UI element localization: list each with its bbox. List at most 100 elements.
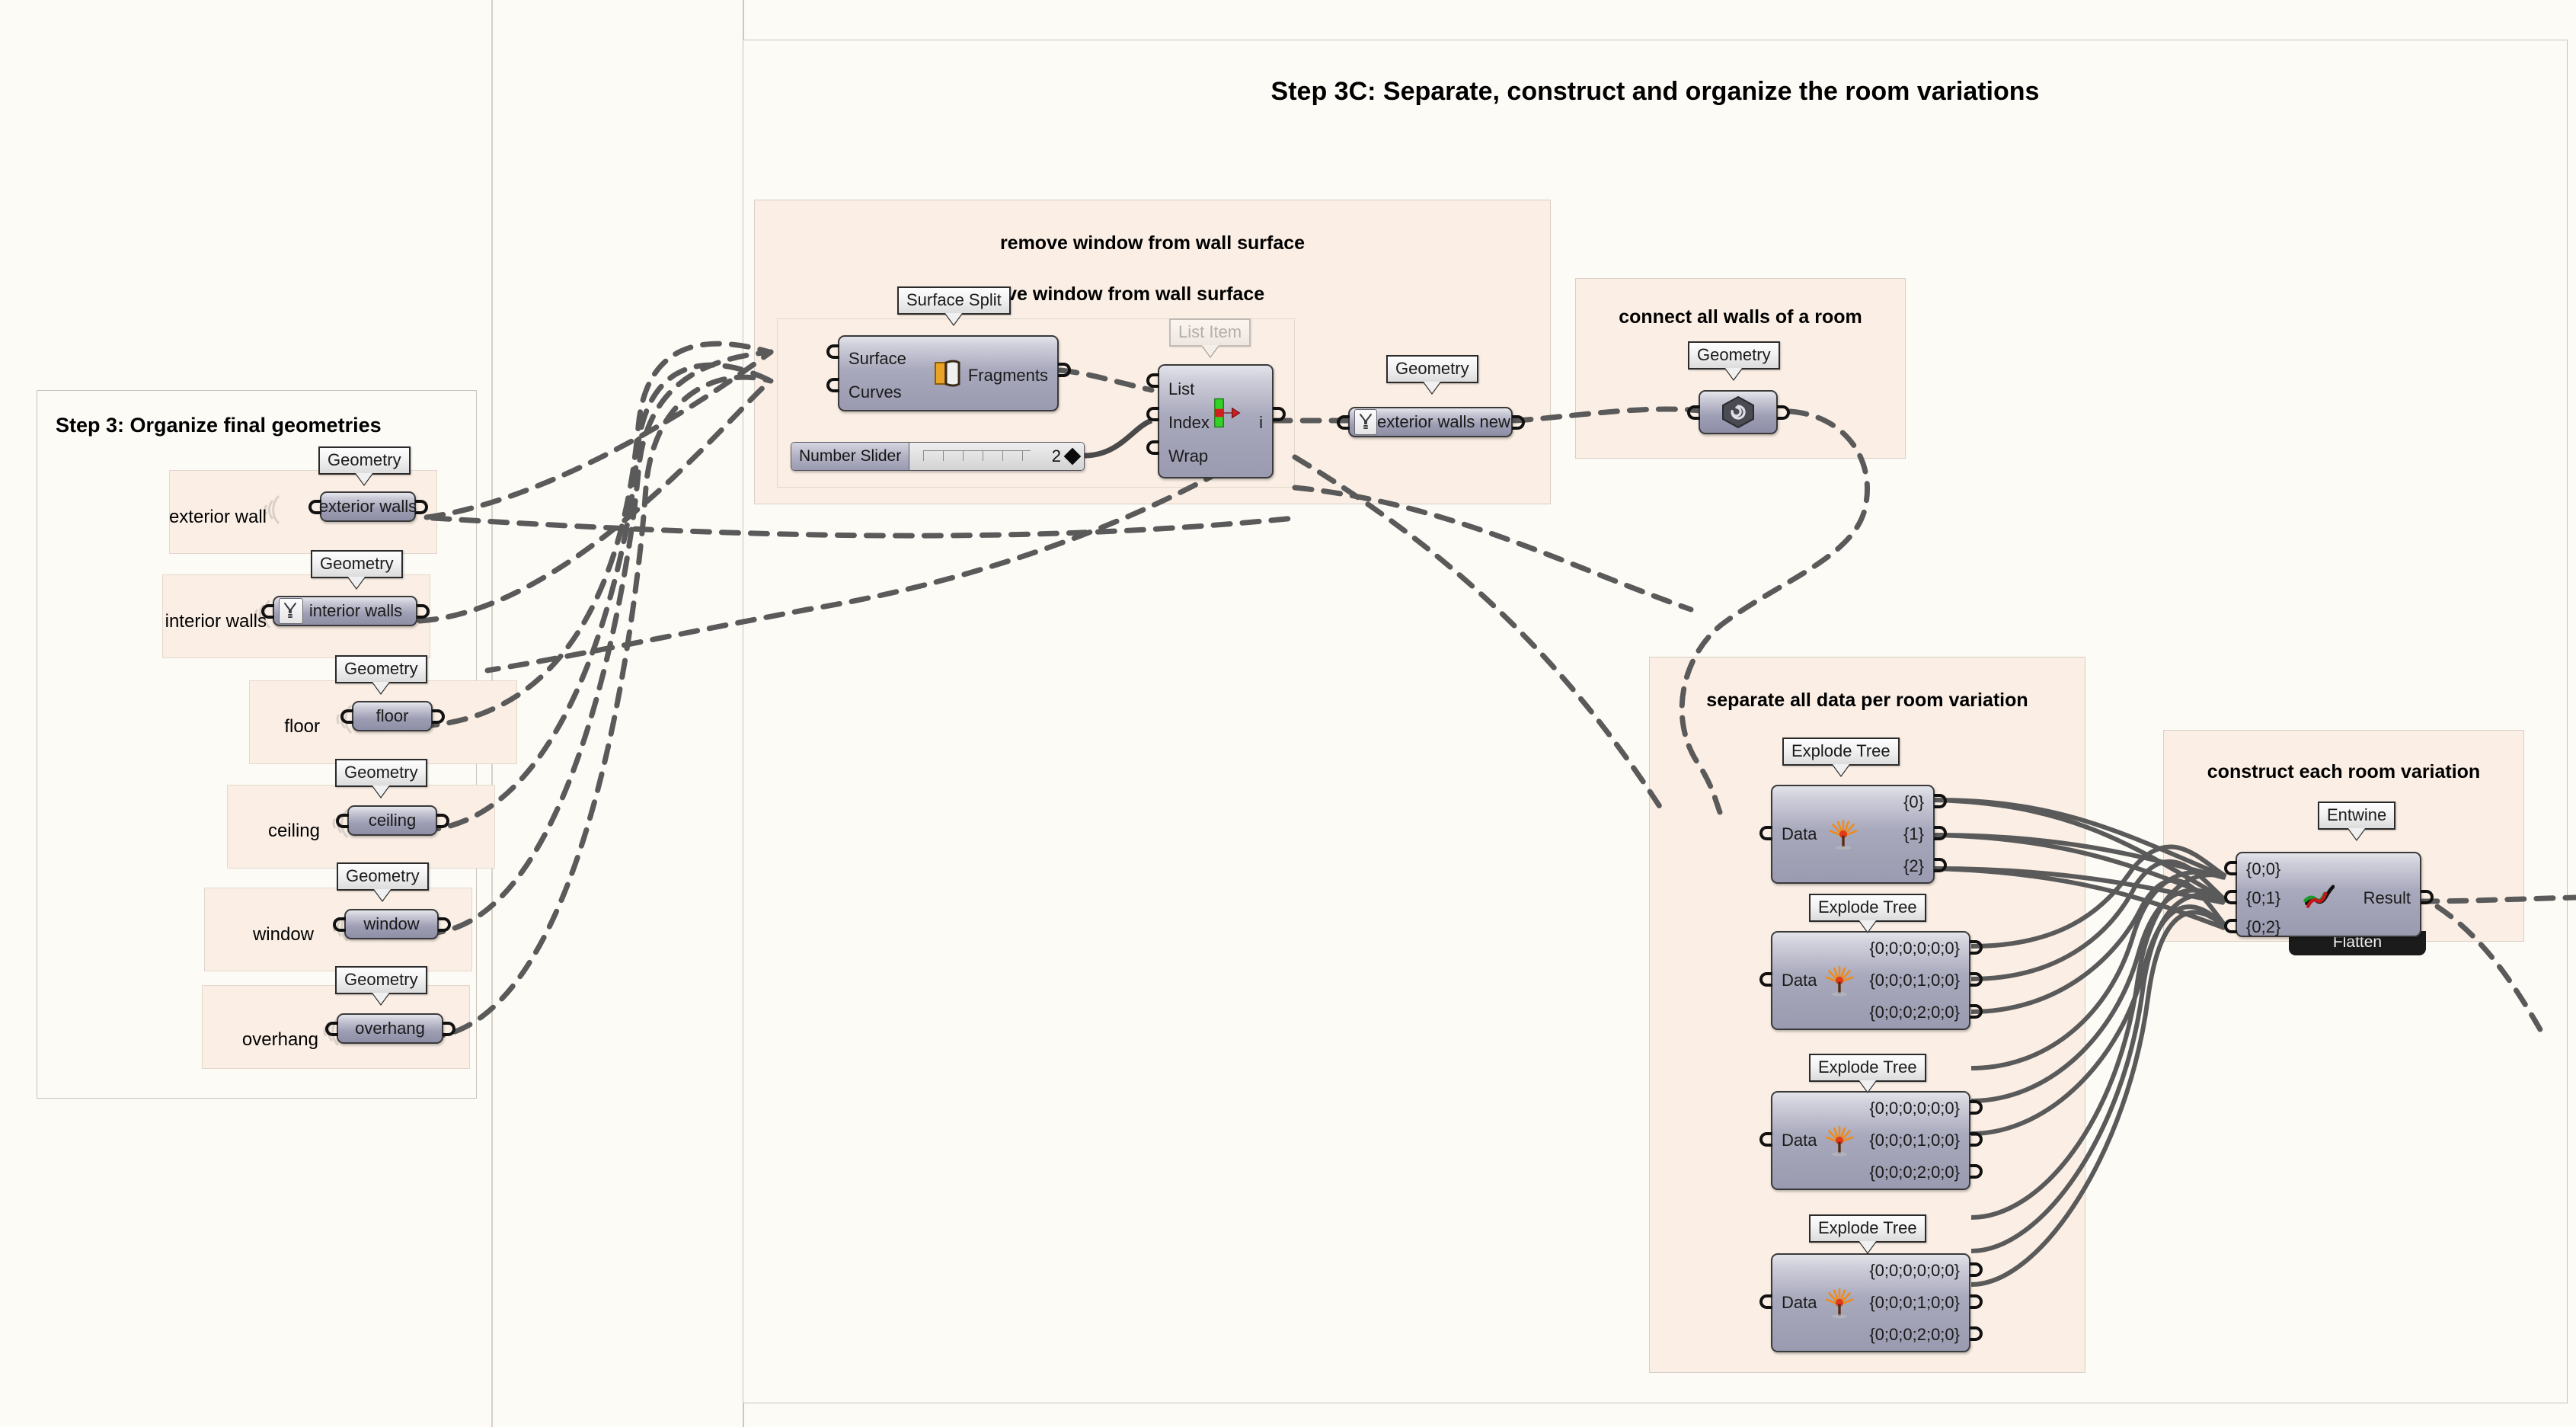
port-list-item-list[interactable]	[1146, 373, 1159, 388]
port-entwine-in-1[interactable]	[2224, 890, 2237, 904]
port-in-interior-walls[interactable]	[261, 604, 274, 619]
explode-tree-2-output-2: {0;0;0;2;0;0}	[1869, 1003, 1960, 1022]
explode-tree-2-output-0: {0;0;0;0;0;0}	[1869, 939, 1960, 958]
spiral-icon	[1722, 395, 1754, 429]
param-overhang[interactable]: overhang	[337, 1013, 443, 1044]
param-floor-label: floor	[376, 706, 409, 725]
port-entwine-in-0[interactable]	[2224, 861, 2237, 875]
group-construct-room-title: construct each room variation	[2207, 761, 2481, 782]
param-window[interactable]: window	[344, 909, 439, 939]
balloon-explode-tree-1: Explode Tree	[1782, 737, 1900, 766]
side-label-ceiling: ceiling	[267, 821, 320, 841]
y-glyph-icon	[279, 598, 303, 624]
group-step-3c-title: Step 3C: Separate, construct and organiz…	[1270, 77, 2040, 106]
param-floor[interactable]: floor	[352, 701, 433, 731]
group-step-3-title: Step 3: Organize final geometries	[56, 414, 382, 437]
explode-tree-1-output-1: {1}	[1903, 824, 1924, 843]
component-list-item[interactable]: List Index Wrap i	[1158, 364, 1274, 478]
component-surface-split[interactable]: Surface Curves Fragments	[838, 335, 1059, 411]
entwine-input-1: {0;1}	[2246, 888, 2281, 907]
param-exterior-walls-new-label: exterior walls new	[1377, 412, 1510, 431]
explode-tree-4-input-data: Data	[1782, 1293, 1817, 1312]
number-slider[interactable]: Number Slider 2	[791, 442, 1085, 471]
entwine-icon	[2303, 885, 2335, 908]
group-connect-walls-title: connect all walls of a room	[1619, 306, 1862, 328]
surface-split-icon	[935, 360, 960, 387]
port-list-item-index[interactable]	[1146, 407, 1159, 421]
port-in-exterior-walls-new[interactable]	[1337, 415, 1350, 430]
explode-tree-2-output-1: {0;0;0;1;0;0}	[1869, 971, 1960, 990]
port-entwine-in-2[interactable]	[2224, 919, 2237, 933]
explode-tree-1-output-2: {2}	[1903, 856, 1924, 875]
side-label-overhang: overhang	[241, 1029, 318, 1050]
side-label-window: window	[252, 924, 314, 945]
port-in-overhang[interactable]	[325, 1022, 338, 1036]
explode-tree-4-output-0: {0;0;0;0;0;0}	[1869, 1261, 1960, 1280]
list-item-output-i: i	[1259, 413, 1263, 432]
explode-tree-4-output-2: {0;0;0;2;0;0}	[1869, 1325, 1960, 1344]
explode-tree-icon-4	[1825, 1288, 1853, 1319]
port-list-item-wrap[interactable]	[1146, 440, 1159, 455]
entwine-input-0: {0;0}	[2246, 859, 2281, 878]
entwine-output-result: Result	[2363, 888, 2411, 907]
explode-tree-icon-3	[1825, 1125, 1853, 1157]
component-explode-tree-4[interactable]: Data {0;0;0;0;0;0} {0;0;0;1;0;0} {0;0;0;…	[1771, 1253, 1970, 1352]
balloon-list-item: List Item	[1169, 318, 1251, 347]
balloon-explode-tree-4: Explode Tree	[1809, 1214, 1926, 1243]
balloon-connect-walls: Geometry	[1688, 341, 1780, 370]
param-ceiling[interactable]: ceiling	[347, 805, 437, 836]
number-slider-handle[interactable]	[1063, 447, 1082, 466]
side-label-exterior-wall: exterior wall	[168, 507, 267, 527]
explode-tree-4-output-1: {0;0;0;1;0;0}	[1869, 1293, 1960, 1312]
number-slider-name: Number Slider	[791, 443, 910, 470]
explode-tree-icon-2	[1825, 965, 1853, 997]
component-explode-tree-2[interactable]: Data {0;0;0;0;0;0} {0;0;0;1;0;0} {0;0;0;…	[1771, 931, 1970, 1030]
explode-tree-1-input-data: Data	[1782, 824, 1817, 843]
number-slider-track[interactable]: 2	[909, 443, 1084, 470]
side-label-floor: floor	[284, 716, 320, 737]
surface-split-output-fragments: Fragments	[967, 366, 1048, 385]
explode-tree-icon-1	[1829, 819, 1858, 850]
balloon-exterior-walls-new: Geometry	[1386, 355, 1478, 383]
port-in-connect-walls[interactable]	[1687, 405, 1700, 420]
explode-tree-1-output-0: {0}	[1903, 792, 1924, 811]
entwine-input-2: {0;2}	[2246, 917, 2281, 936]
explode-tree-3-output-2: {0;0;0;2;0;0}	[1869, 1163, 1960, 1182]
port-explode-tree-1-data[interactable]	[1759, 826, 1772, 840]
port-explode-tree-4-data[interactable]	[1759, 1294, 1772, 1309]
explode-tree-3-output-1: {0;0;0;1;0;0}	[1869, 1131, 1960, 1150]
explode-tree-3-output-0: {0;0;0;0;0;0}	[1869, 1099, 1960, 1118]
port-surface-split-curves[interactable]	[826, 378, 839, 392]
port-in-exterior-walls[interactable]	[308, 500, 321, 514]
list-item-input-index: Index	[1168, 413, 1210, 432]
param-ceiling-label: ceiling	[368, 811, 417, 830]
port-explode-tree-3-data[interactable]	[1759, 1132, 1772, 1147]
number-slider-value: 2	[1051, 446, 1061, 466]
explode-tree-2-input-data: Data	[1782, 971, 1817, 990]
param-interior-walls-label: interior walls	[308, 601, 403, 620]
param-exterior-walls-label: exterior walls	[318, 497, 417, 516]
surface-split-input-curves: Curves	[849, 382, 902, 402]
param-overhang-label: overhang	[355, 1019, 425, 1038]
component-explode-tree-3[interactable]: Data {0;0;0;0;0;0} {0;0;0;1;0;0} {0;0;0;…	[1771, 1091, 1970, 1190]
explode-tree-3-input-data: Data	[1782, 1131, 1817, 1150]
balloon-exterior-walls: Geometry	[318, 446, 411, 475]
port-in-window[interactable]	[333, 917, 346, 932]
component-entwine[interactable]: {0;0} {0;1} {0;2} Result	[2236, 852, 2421, 937]
group-separate-data-title: separate all data per room variation	[1706, 690, 2028, 711]
balloon-explode-tree-3: Explode Tree	[1809, 1054, 1926, 1082]
param-exterior-walls-new[interactable]: exterior walls new	[1348, 407, 1513, 437]
grasshopper-canvas[interactable]: Step 3C: Separate, construct and organiz…	[0, 0, 2576, 1427]
param-connect-walls[interactable]	[1699, 390, 1778, 434]
port-in-ceiling[interactable]	[336, 814, 349, 828]
balloon-overhang: Geometry	[335, 966, 427, 994]
param-interior-walls[interactable]: interior walls	[273, 596, 417, 626]
port-surface-split-surface[interactable]	[826, 344, 839, 359]
port-in-floor[interactable]	[340, 709, 353, 724]
balloon-surface-split: Surface Split	[897, 286, 1011, 315]
balloon-floor: Geometry	[335, 655, 427, 683]
component-explode-tree-1[interactable]: Data {0} {1} {2}	[1771, 785, 1935, 884]
param-exterior-walls[interactable]: exterior walls	[318, 491, 417, 522]
balloon-explode-tree-2: Explode Tree	[1809, 894, 1926, 922]
port-explode-tree-2-data[interactable]	[1759, 972, 1772, 987]
